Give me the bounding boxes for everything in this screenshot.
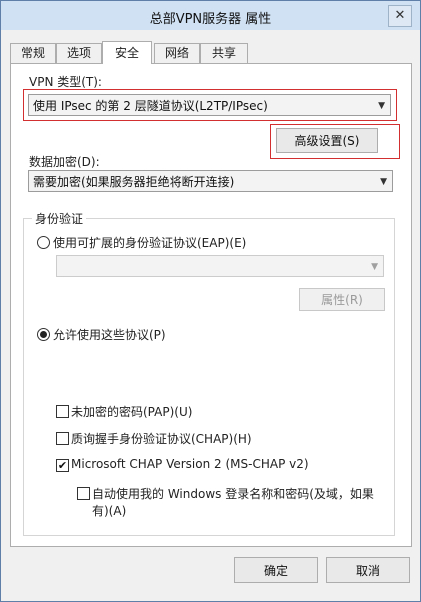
auto-logon-label-line1[interactable]: 自动使用我的 Windows 登录名称和密码(及域，如果	[92, 485, 374, 502]
pap-checkbox[interactable]	[56, 405, 69, 418]
data-encryption-label: 数据加密(D):	[29, 155, 100, 169]
mschapv2-checkbox-label[interactable]: Microsoft CHAP Version 2 (MS-CHAP v2)	[71, 457, 309, 471]
chap-checkbox[interactable]	[56, 432, 69, 445]
auto-logon-checkbox[interactable]	[77, 487, 90, 500]
tab-security[interactable]: 安全	[102, 41, 152, 64]
vpn-type-select[interactable]: 使用 IPsec 的第 2 层隧道协议(L2TP/IPsec) ▼	[28, 94, 391, 116]
chevron-down-icon: ▼	[378, 101, 385, 111]
chap-checkbox-label[interactable]: 质询握手身份验证协议(CHAP)(H)	[71, 430, 252, 447]
vpn-type-label: VPN 类型(T):	[29, 75, 102, 89]
tab-networking[interactable]: 网络	[154, 43, 200, 63]
data-encryption-value: 需要加密(如果服务器拒绝将断开连接)	[33, 175, 235, 189]
allow-protocols-radio-label[interactable]: 允许使用这些协议(P)	[53, 326, 166, 343]
window-title: 总部VPN服务器 属性	[149, 12, 272, 27]
authentication-group-title: 身份验证	[32, 210, 87, 227]
chevron-down-icon: ▼	[371, 262, 378, 272]
tab-general[interactable]: 常规	[10, 43, 56, 63]
allow-protocols-radio[interactable]	[37, 328, 50, 341]
pap-checkbox-label[interactable]: 未加密的密码(PAP)(U)	[71, 403, 192, 420]
ok-button[interactable]: 确定	[234, 557, 318, 583]
eap-method-select[interactable]: ▼	[56, 255, 384, 277]
tab-sharing[interactable]: 共享	[200, 43, 248, 63]
eap-radio-label[interactable]: 使用可扩展的身份验证协议(EAP)(E)	[53, 234, 246, 251]
auto-logon-label-line2[interactable]: 有)(A)	[92, 502, 126, 519]
cancel-button[interactable]: 取消	[326, 557, 410, 583]
close-icon[interactable]: ✕	[388, 5, 412, 27]
vpn-type-value: 使用 IPsec 的第 2 层隧道协议(L2TP/IPsec)	[33, 99, 268, 113]
eap-radio[interactable]	[37, 236, 50, 249]
advanced-settings-button[interactable]: 高级设置(S)	[276, 128, 378, 153]
title-bar[interactable]: 总部VPN服务器 属性 ✕	[1, 1, 420, 30]
properties-button[interactable]: 属性(R)	[299, 288, 385, 311]
security-tab-panel: VPN 类型(T): 使用 IPsec 的第 2 层隧道协议(L2TP/IPse…	[10, 63, 412, 547]
check-icon: ✔	[57, 459, 68, 472]
chevron-down-icon: ▼	[380, 177, 387, 187]
tab-options[interactable]: 选项	[56, 43, 102, 63]
data-encryption-select[interactable]: 需要加密(如果服务器拒绝将断开连接) ▼	[28, 170, 393, 192]
mschapv2-checkbox[interactable]: ✔	[56, 459, 69, 472]
properties-dialog: 总部VPN服务器 属性 ✕ 常规 选项 安全 网络 共享 VPN 类型(T): …	[0, 0, 421, 602]
